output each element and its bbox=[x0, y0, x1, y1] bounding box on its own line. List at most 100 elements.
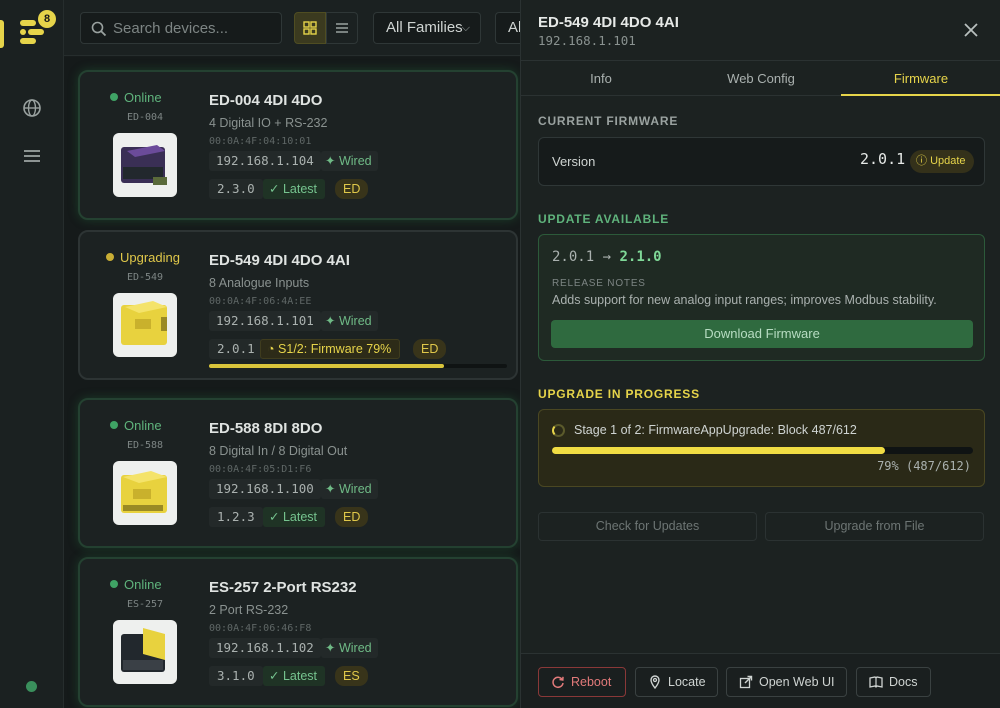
link-text: Wired bbox=[338, 314, 372, 328]
ethernet-icon: ✦ bbox=[325, 641, 339, 655]
locate-button[interactable]: Locate bbox=[635, 667, 718, 697]
fw-state-text: S1/2: Firmware 79% bbox=[278, 342, 392, 356]
notification-badge: 8 bbox=[38, 10, 56, 28]
close-icon[interactable] bbox=[959, 18, 983, 42]
drawer-title: ED-549 4DI 4DO 4AI bbox=[538, 14, 679, 31]
mac-address: 00:0A:4F:06:46:F8 bbox=[209, 623, 312, 634]
connection-status-dot bbox=[26, 681, 37, 692]
firmware-latest-badge: ✓ Latest bbox=[263, 666, 326, 686]
ethernet-icon: ✦ bbox=[325, 482, 339, 496]
status-badge: Online bbox=[110, 418, 190, 433]
model-id: ED-588 bbox=[126, 440, 164, 451]
fw-state-text: Latest bbox=[282, 182, 318, 196]
version-value: 2.0.1 bbox=[860, 150, 906, 168]
mac-address: 00:0A:4F:06:4A:EE bbox=[209, 296, 312, 307]
mac-address: 00:0A:4F:04:10:01 bbox=[209, 136, 312, 147]
device-card[interactable]: Online ED-004 ED-004 4DI 4DO 4 Digital I… bbox=[78, 70, 518, 220]
upgrade-stage-text: Stage 1 of 2: FirmwareAppUpgrade: Block … bbox=[574, 423, 857, 437]
reboot-label: Reboot bbox=[571, 675, 612, 689]
docs-button[interactable]: Docs bbox=[856, 667, 931, 697]
download-firmware-button[interactable]: Download Firmware bbox=[551, 320, 973, 348]
locate-label: Locate bbox=[668, 675, 706, 689]
family-filter-select[interactable]: All Families ⌵ bbox=[373, 12, 481, 44]
arrow-right-icon: → bbox=[602, 249, 612, 265]
search-icon bbox=[91, 21, 107, 37]
ip-address[interactable]: 192.168.1.101 bbox=[209, 311, 321, 331]
list-icon bbox=[336, 23, 348, 33]
ip-address[interactable]: 192.168.1.104 bbox=[209, 151, 321, 171]
device-description: 2 Port RS-232 bbox=[209, 603, 289, 617]
status-dot bbox=[110, 580, 118, 588]
upgrade-progress-fill bbox=[552, 447, 885, 454]
check-updates-button[interactable]: Check for Updates bbox=[538, 512, 757, 541]
to-version: 2.1.0 bbox=[619, 249, 662, 265]
device-list: Online ED-004 ED-004 4DI 4DO 4 Digital I… bbox=[64, 57, 520, 708]
device-name: ED-004 4DI 4DO bbox=[209, 92, 323, 109]
device-description: 8 Analogue Inputs bbox=[209, 276, 310, 290]
info-icon: ⓘ bbox=[916, 155, 931, 167]
firmware-latest-badge: ✓ Latest bbox=[263, 507, 326, 527]
device-name: ED-549 4DI 4DO 4AI bbox=[209, 252, 350, 269]
reboot-button[interactable]: Reboot bbox=[538, 667, 626, 697]
update-badge[interactable]: ⓘ Update bbox=[910, 150, 974, 173]
family-badge: ED bbox=[413, 339, 447, 359]
device-name: ED-588 8DI 8DO bbox=[209, 420, 323, 437]
device-description: 8 Digital In / 8 Digital Out bbox=[209, 444, 348, 458]
release-notes-heading: RELEASE NOTES bbox=[552, 278, 646, 289]
from-version: 2.0.1 bbox=[552, 249, 595, 265]
device-photo-icon bbox=[121, 145, 167, 185]
device-photo-icon bbox=[121, 301, 167, 345]
grid-view-button[interactable] bbox=[294, 12, 326, 44]
family-filter-value: All Families bbox=[386, 19, 463, 36]
fw-state-text: Latest bbox=[282, 669, 318, 683]
menu-icon[interactable] bbox=[21, 145, 43, 167]
link-badge: ✦ Wired bbox=[321, 638, 378, 658]
family-badge: ES bbox=[335, 666, 368, 686]
device-detail-drawer: ED-549 4DI 4DO 4AI 192.168.1.101 Info We… bbox=[520, 0, 1000, 708]
list-view-button[interactable] bbox=[326, 12, 358, 44]
search-box[interactable] bbox=[80, 12, 282, 44]
location-pin-icon bbox=[650, 675, 660, 689]
tab-firmware[interactable]: Firmware bbox=[841, 61, 1000, 96]
search-input[interactable] bbox=[113, 13, 278, 43]
chevron-down-icon: ⌵ bbox=[461, 22, 470, 34]
upgrade-from-file-button[interactable]: Upgrade from File bbox=[765, 512, 984, 541]
mac-address: 00:0A:4F:05:D1:F6 bbox=[209, 464, 312, 475]
upgrade-progress-box: Stage 1 of 2: FirmwareAppUpgrade: Block … bbox=[538, 409, 985, 487]
fw-state-text: Latest bbox=[282, 510, 318, 524]
upgrade-percent-text: 79% (487/612) bbox=[877, 459, 971, 473]
device-card[interactable]: Upgrading ED-549 ED-549 4DI 4DO 4AI 8 An… bbox=[78, 230, 518, 380]
card-upgrade-progress bbox=[209, 364, 507, 368]
ip-address[interactable]: 192.168.1.100 bbox=[209, 479, 321, 499]
open-web-ui-button[interactable]: Open Web UI bbox=[726, 667, 847, 697]
left-rail: 8 bbox=[0, 0, 64, 708]
device-image bbox=[113, 620, 177, 684]
upgrade-progress-bar bbox=[552, 447, 973, 454]
external-link-icon bbox=[739, 675, 753, 689]
model-id: ES-257 bbox=[126, 599, 164, 610]
device-card[interactable]: Online ES-257 ES-257 2-Port RS232 2 Port… bbox=[78, 557, 518, 707]
book-icon bbox=[869, 676, 883, 688]
firmware-version: 2.0.1 bbox=[209, 339, 263, 359]
status-dot bbox=[110, 421, 118, 429]
link-text: Wired bbox=[338, 154, 372, 168]
refresh-icon bbox=[552, 676, 564, 689]
device-card[interactable]: Online ED-588 ED-588 8DI 8DO 8 Digital I… bbox=[78, 398, 518, 548]
upgrade-progress-heading: UPGRADE IN PROGRESS bbox=[538, 387, 700, 401]
drawer-subtitle: 192.168.1.101 bbox=[538, 33, 636, 48]
ethernet-icon: ✦ bbox=[325, 314, 339, 328]
link-text: Wired bbox=[338, 641, 372, 655]
ip-address[interactable]: 192.168.1.102 bbox=[209, 638, 321, 658]
tab-info[interactable]: Info bbox=[521, 61, 681, 96]
drawer-footer: Reboot Locate Open Web UI Docs bbox=[521, 653, 1000, 708]
device-description: 4 Digital IO + RS-232 bbox=[209, 116, 328, 130]
upgrade-status-chip: ◔ S1/2: Firmware 79% bbox=[260, 339, 401, 359]
tab-web-config[interactable]: Web Config bbox=[681, 61, 841, 96]
device-image bbox=[113, 133, 177, 197]
device-image bbox=[113, 293, 177, 357]
status-dot bbox=[106, 253, 114, 261]
link-badge: ✦ Wired bbox=[321, 151, 378, 171]
link-text: Wired bbox=[338, 482, 372, 496]
globe-icon[interactable] bbox=[21, 97, 43, 119]
grid-icon bbox=[303, 21, 317, 35]
